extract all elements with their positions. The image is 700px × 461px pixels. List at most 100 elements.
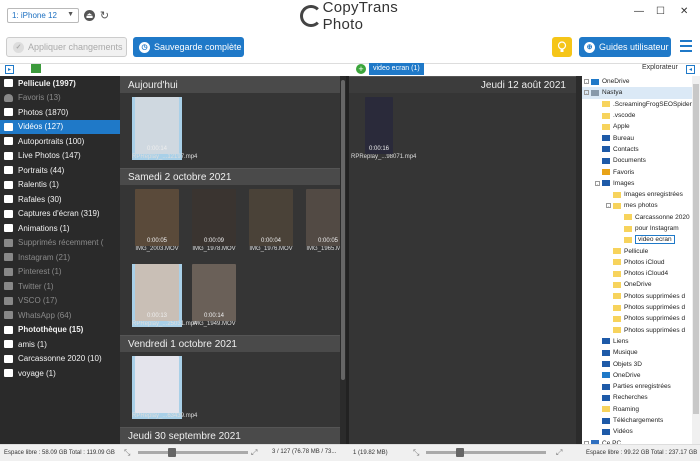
tree-item[interactable]: Photos supprimées d	[582, 313, 692, 324]
zoom-slider[interactable]	[138, 451, 248, 454]
video-thumbnail[interactable]: 0:00:05 IMG_2003.MOV	[132, 189, 182, 252]
tree-item[interactable]: Photos iCloud4	[582, 268, 692, 279]
tree-item[interactable]: - Nastya	[582, 87, 692, 99]
collapse-right-icon[interactable]: ◂	[686, 65, 695, 74]
device-album-tab[interactable]: video ecran (1)	[369, 63, 424, 75]
tree-item-label: pour Instagram	[635, 225, 679, 232]
sidebar-item[interactable]: Vidéos (127)	[0, 119, 120, 134]
tree-item[interactable]: Documents	[582, 155, 692, 166]
sidebar-item[interactable]: Ralentis (1)	[0, 178, 120, 193]
tree-expand-icon[interactable]: -	[584, 90, 589, 96]
tree-item[interactable]: .ScreamingFrogSEOSpider	[582, 99, 692, 110]
sidebar-item-label: Live Photos (147)	[18, 151, 81, 161]
device-selector[interactable]: 1: iPhone 12 ▼	[7, 8, 79, 23]
tree-item[interactable]: Objets 3D	[582, 358, 692, 369]
tree-item[interactable]: Images enregistrées	[582, 189, 692, 200]
video-thumbnail[interactable]: 0:00:09 IMG_1978.MOV	[189, 189, 239, 252]
video-thumbnail[interactable]: 0:00:14 RPReplay_...12197.mp4	[132, 97, 197, 160]
sidebar-item[interactable]: WhatsApp (64)	[0, 308, 120, 323]
tree-item[interactable]: Photos supprimées d	[582, 291, 692, 302]
tree-item[interactable]: Téléchargements	[582, 415, 692, 426]
zoom-out-icon[interactable]: ⤡	[124, 448, 132, 457]
tree-item[interactable]: - mes photos	[582, 200, 692, 211]
sidebar-item[interactable]: Twitter (1)	[0, 279, 120, 294]
date-header: Aujourd'hui	[120, 76, 346, 93]
sidebar-item[interactable]: Pellicule (1997)	[0, 76, 120, 91]
sidebar-item[interactable]: Animations (1)	[0, 221, 120, 236]
camera-roll-icon	[4, 79, 13, 88]
user-icon	[591, 89, 599, 96]
close-icon[interactable]: ✕	[680, 6, 688, 17]
sidebar-item[interactable]: VSCO (17)	[0, 294, 120, 309]
tree-item[interactable]: Favoris	[582, 166, 692, 177]
device-zoom-slider-thumb[interactable]	[456, 448, 464, 457]
folder-icon	[613, 248, 621, 255]
tree-item[interactable]: Carcassonne 2020	[582, 212, 692, 223]
sidebar-item[interactable]: Rafales (30)	[0, 192, 120, 207]
refresh-icon[interactable]: ↻	[99, 10, 110, 22]
video-thumbnail[interactable]: 0:00:14 IMG_1949.MOV	[189, 264, 239, 327]
tree-item[interactable]: - Images	[582, 178, 692, 189]
file-name: IMG_2003.MOV	[135, 246, 179, 252]
device-zoom-slider[interactable]	[426, 451, 546, 454]
sidebar-item[interactable]: Photos (1870)	[0, 105, 120, 120]
sidebar-item[interactable]: Carcassonne 2020 (10)	[0, 352, 120, 367]
tree-item[interactable]: Vidéos	[582, 426, 692, 437]
device-video-thumbnail[interactable]: 0:00:16 RPReplay_...98071.mp4	[351, 97, 416, 160]
video-thumbnail[interactable]: RPReplay_...63439.mp4	[132, 356, 197, 419]
tree-item[interactable]: Bureau	[582, 132, 692, 143]
explorer-scrollbar[interactable]	[692, 76, 700, 444]
zoom-in-icon[interactable]: ⤢	[251, 448, 259, 457]
sidebar-item[interactable]: Captures d'écran (319)	[0, 207, 120, 222]
tree-expand-icon[interactable]: -	[606, 203, 611, 209]
tree-item[interactable]: Contacts	[582, 144, 692, 155]
sidebar-item[interactable]: Supprimés récemment (	[0, 236, 120, 251]
album-add-icon[interactable]	[31, 64, 41, 73]
tips-button[interactable]	[552, 37, 572, 57]
sidebar-item[interactable]: amis (1)	[0, 337, 120, 352]
tree-item[interactable]: Musique	[582, 347, 692, 358]
menu-icon[interactable]	[680, 40, 692, 52]
tree-item[interactable]: Recherches	[582, 392, 692, 403]
tree-item[interactable]: OneDrive	[582, 370, 692, 381]
maximize-icon[interactable]: ☐	[656, 6, 665, 17]
sidebar-item[interactable]: Instagram (21)	[0, 250, 120, 265]
sidebar-item[interactable]: Favoris (13)	[0, 91, 120, 106]
sidebar-item[interactable]: Photothèque (15)	[0, 323, 120, 338]
eject-icon[interactable]: ⏏	[84, 10, 95, 21]
sidebar-item[interactable]: Portraits (44)	[0, 163, 120, 178]
video-thumbnail[interactable]: 0:00:13 RPReplay_...25031.mp4	[132, 264, 197, 327]
tree-item-label: Images	[613, 179, 635, 187]
app-title: CopyTrans Photo	[322, 0, 399, 33]
tree-expand-icon[interactable]: -	[584, 79, 589, 85]
sidebar-item[interactable]: Autoportraits (100)	[0, 134, 120, 149]
collapse-left-icon[interactable]: ▸	[5, 65, 14, 74]
video-thumbnail[interactable]: 0:00:04 IMG_1976.MOV	[246, 189, 296, 252]
minimize-icon[interactable]: —	[634, 6, 644, 17]
zoom-slider-thumb[interactable]	[168, 448, 176, 457]
tree-item[interactable]: Roaming	[582, 404, 692, 415]
sidebar-item[interactable]: voyage (1)	[0, 366, 120, 381]
folder-icon	[624, 214, 632, 221]
user-guides-button[interactable]: ⊕ Guides utilisateur	[579, 37, 671, 57]
tree-item[interactable]: video ecran	[582, 234, 692, 245]
tree-item[interactable]: Liens	[582, 336, 692, 347]
add-album-icon[interactable]: +	[356, 64, 366, 74]
tree-item[interactable]: Apple	[582, 121, 692, 132]
tree-item[interactable]: - OneDrive	[582, 76, 692, 87]
apply-changes-button[interactable]: ✓ Appliquer changements	[6, 37, 127, 57]
tree-item[interactable]: Parties enregistrées	[582, 381, 692, 392]
tree-item[interactable]: .vscode	[582, 110, 692, 121]
tree-item[interactable]: Photos iCloud	[582, 257, 692, 268]
sidebar-item[interactable]: Pinterest (1)	[0, 265, 120, 280]
tree-item[interactable]: pour Instagram	[582, 223, 692, 234]
tree-item[interactable]: Pellicule	[582, 245, 692, 256]
full-backup-button[interactable]: ◷ Sauvegarde complète	[133, 37, 244, 57]
tree-item[interactable]: Photos supprimées d	[582, 325, 692, 336]
tree-expand-icon[interactable]: -	[595, 180, 600, 186]
device-zoom-in-icon[interactable]: ⤢	[556, 448, 564, 457]
tree-item[interactable]: Photos supprimées d	[582, 302, 692, 313]
sidebar-item[interactable]: Live Photos (147)	[0, 149, 120, 164]
tree-item[interactable]: OneDrive	[582, 279, 692, 290]
device-zoom-out-icon[interactable]: ⤡	[413, 448, 421, 457]
